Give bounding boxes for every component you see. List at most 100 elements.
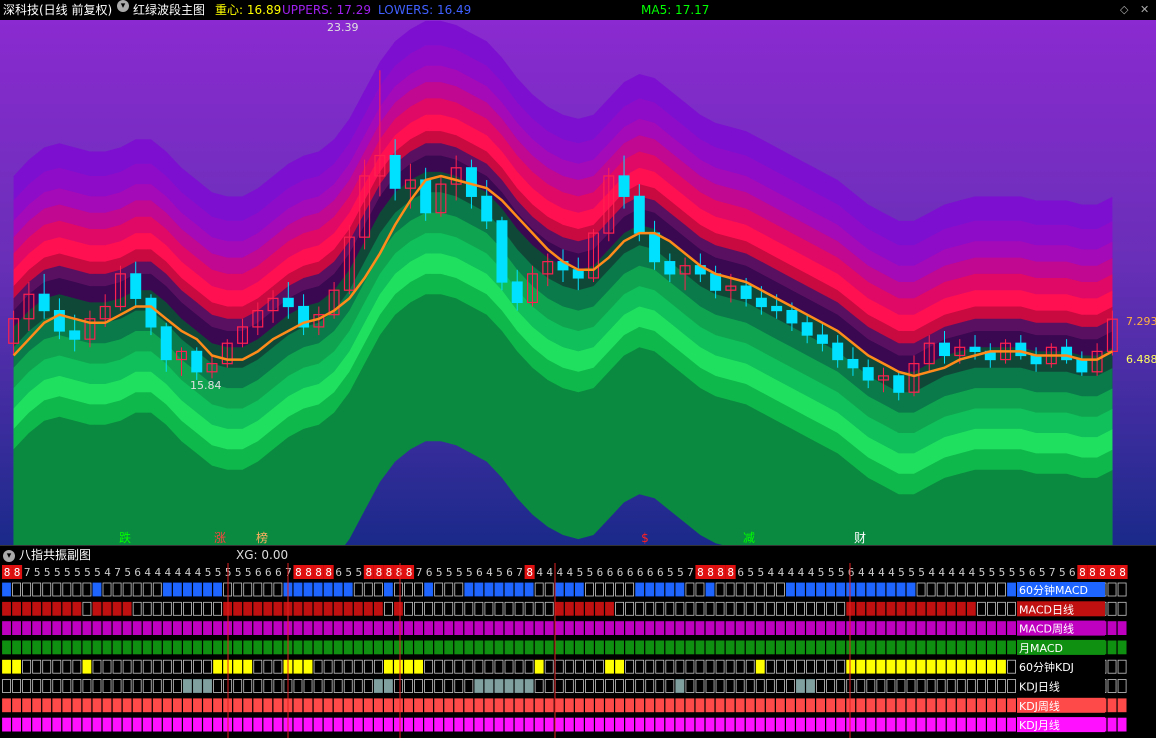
- resonance-cell: [786, 679, 795, 693]
- resonance-cell: [916, 698, 926, 713]
- resonance-cell: [866, 621, 876, 635]
- resonance-cell: [585, 601, 594, 616]
- count-digit: 5: [757, 566, 764, 579]
- resonance-cell: [997, 621, 1006, 635]
- resonance-cell: [675, 621, 685, 635]
- resonance-cell: [22, 659, 32, 674]
- resonance-cell: [323, 621, 333, 635]
- resonance-cell: [625, 679, 635, 693]
- resonance-cell: [1117, 621, 1127, 635]
- resonance-cell: [846, 679, 856, 693]
- low-annotation: 15.84: [190, 379, 222, 392]
- resonance-cell: [444, 582, 454, 597]
- resonance-cell: [504, 698, 514, 713]
- resonance-cell: [373, 621, 383, 635]
- resonance-cell: [826, 717, 836, 732]
- resonance-cell: [564, 621, 574, 635]
- resonance-cell: [946, 659, 956, 674]
- sub-chart-title[interactable]: 八指共振副图: [19, 546, 91, 564]
- resonance-cell: [12, 582, 22, 597]
- resonance-cell: [484, 582, 494, 597]
- resonance-cell: [303, 582, 313, 597]
- chevron-down-icon[interactable]: ▾: [117, 0, 129, 12]
- count-digit: 5: [64, 566, 71, 579]
- resonance-cell: [303, 640, 313, 655]
- resonance-cell: [936, 621, 946, 635]
- resonance-cell: [524, 717, 534, 732]
- diamond-icon[interactable]: ◇: [1120, 0, 1128, 20]
- resonance-cell: [685, 582, 695, 597]
- resonance-cell: [675, 659, 685, 674]
- resonance-cell: [132, 621, 142, 635]
- resonance-cell: [32, 717, 42, 732]
- main-chart[interactable]: 23.39 15.84 7.293 6.488 跌 涨 榜 $ 减 财: [0, 20, 1156, 545]
- resonance-cell: [585, 698, 594, 713]
- resonance-cell: [1107, 582, 1117, 597]
- resonance-cell: [926, 621, 936, 635]
- resonance-cell: [544, 679, 554, 693]
- resonance-cell: [956, 640, 966, 655]
- resonance-cell: [424, 698, 434, 713]
- resonance-cell: [424, 601, 434, 616]
- resonance-cell: [32, 582, 42, 597]
- count-digit: 8: [1079, 566, 1086, 579]
- resonance-cell: [735, 621, 745, 635]
- resonance-cell: [695, 698, 705, 713]
- resonance-cell: [966, 601, 976, 616]
- sub-chart[interactable]: 8875555555475644444455555666788886558888…: [0, 563, 1156, 738]
- resonance-cell: [233, 659, 243, 674]
- resonance-cell: [936, 640, 946, 655]
- resonance-cell: [12, 640, 22, 655]
- chevron-down-icon[interactable]: ▾: [3, 549, 15, 562]
- resonance-cell: [645, 717, 655, 732]
- resonance-cell: [273, 659, 283, 674]
- resonance-cell: [182, 698, 192, 713]
- indicator-name[interactable]: 红绿波段主图: [133, 0, 205, 20]
- candle-body: [801, 322, 813, 336]
- resonance-cell: [504, 659, 514, 674]
- resonance-cell: [916, 582, 926, 597]
- resonance-cell: [363, 582, 373, 597]
- resonance-cell: [846, 621, 856, 635]
- resonance-cell: [152, 621, 162, 635]
- count-digit: 5: [989, 566, 996, 579]
- resonance-cell: [866, 659, 876, 674]
- resonance-cell: [142, 582, 152, 597]
- resonance-cell: [444, 659, 454, 674]
- resonance-cell: [1007, 659, 1016, 674]
- high-annotation: 23.39: [327, 21, 359, 34]
- resonance-cell: [424, 582, 434, 597]
- candle-body: [1076, 358, 1088, 373]
- resonance-cell: [816, 601, 825, 616]
- resonance-cell: [142, 640, 152, 655]
- candle-body: [771, 305, 783, 312]
- resonance-cell: [544, 601, 554, 616]
- resonance-cell: [745, 717, 755, 732]
- sub-dropdown[interactable]: ▾: [3, 546, 15, 564]
- count-digit: 5: [235, 566, 242, 579]
- resonance-cell: [404, 698, 413, 713]
- resonance-cell: [705, 640, 715, 655]
- resonance-cell: [896, 621, 906, 635]
- resonance-cell: [444, 679, 454, 693]
- resonance-cell: [685, 698, 695, 713]
- stock-title[interactable]: 深科技(日线 前复权): [3, 0, 112, 20]
- resonance-cell: [514, 698, 524, 713]
- resonance-cell: [253, 698, 263, 713]
- resonance-cell: [243, 679, 253, 693]
- close-icon[interactable]: ✕: [1140, 0, 1149, 20]
- resonance-cell: [444, 601, 454, 616]
- resonance-cell: [414, 601, 423, 616]
- resonance-cell: [846, 582, 856, 597]
- resonance-cell: [765, 698, 775, 713]
- count-digit: 5: [456, 566, 463, 579]
- resonance-cell: [142, 601, 152, 616]
- candle-body: [69, 330, 81, 340]
- resonance-cell: [745, 698, 755, 713]
- resonance-cell: [182, 679, 192, 693]
- resonance-cell: [353, 698, 363, 713]
- resonance-cell: [514, 601, 524, 616]
- lowers-value: LOWERS: 16.49: [378, 3, 472, 17]
- resonance-cell: [303, 601, 313, 616]
- resonance-cell: [685, 621, 695, 635]
